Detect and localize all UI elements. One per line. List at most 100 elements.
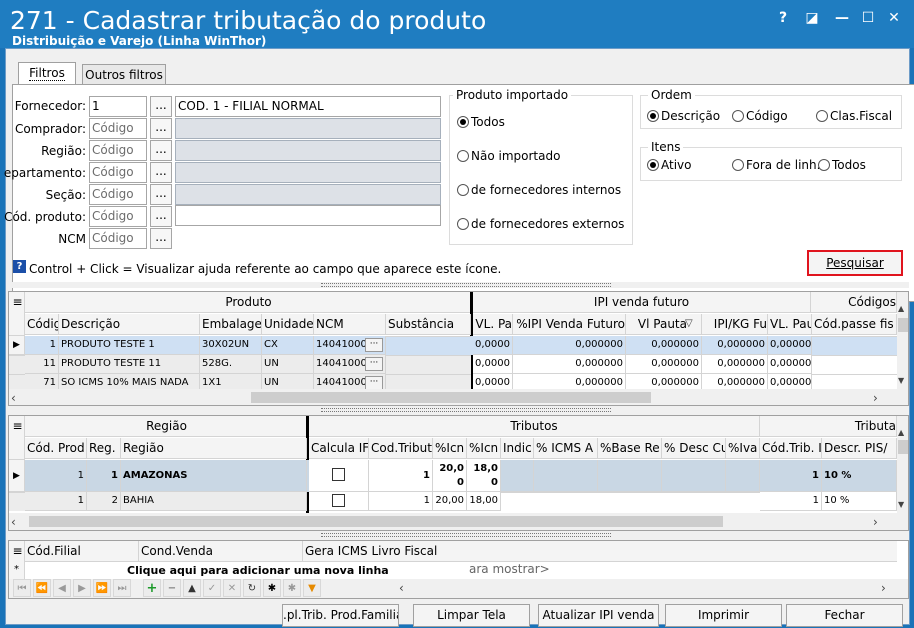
scroll-down-icon[interactable]: ▼	[898, 500, 904, 509]
help-icon[interactable]: ?	[773, 8, 793, 28]
ellipsis-button[interactable]: ···	[365, 357, 383, 371]
radio-ordem-descricao[interactable]: Descrição	[647, 109, 720, 123]
cell[interactable]	[662, 460, 726, 492]
cell[interactable]: 0,0000	[473, 374, 513, 389]
col-icms-a[interactable]: % ICMS A	[534, 438, 598, 459]
cell[interactable]: 0,00000	[768, 355, 812, 374]
cell[interactable]: UN	[262, 355, 314, 374]
col-reg[interactable]: Reg.	[87, 438, 121, 459]
departamento-code-input[interactable]: Código	[89, 162, 147, 183]
checkbox-icon[interactable]	[332, 467, 345, 481]
ncm-lookup-button[interactable]: ...	[150, 228, 172, 249]
nav-next-icon[interactable]: ▶	[73, 579, 91, 597]
comprador-code-input[interactable]: Código	[89, 118, 147, 139]
cell[interactable]: 11	[25, 355, 59, 374]
maximize-icon[interactable]: ☐	[858, 8, 878, 28]
comprador-lookup-button[interactable]: ...	[150, 118, 172, 139]
secao-lookup-button[interactable]: ...	[150, 184, 172, 205]
nav-post-icon[interactable]: ✓	[203, 579, 221, 597]
scroll-thumb[interactable]	[898, 318, 908, 332]
radio-fornecedores-internos[interactable]: de fornecedores internos	[457, 183, 621, 197]
radio-itens-todos[interactable]: Todos	[818, 158, 866, 172]
col-substancia[interactable]: Substância	[386, 314, 471, 335]
cell[interactable]: PRODUTO TESTE 1	[59, 336, 200, 355]
fornecedor-code-input[interactable]: 1	[89, 96, 147, 117]
scroll-right-icon[interactable]: ›	[881, 581, 886, 595]
grid-menu-icon[interactable]: ≡	[9, 416, 25, 460]
nav-add-icon[interactable]: +	[143, 579, 161, 597]
cell[interactable]: 10 %	[822, 460, 897, 492]
col-indic[interactable]: Indic	[501, 438, 534, 459]
cell[interactable]: UN	[262, 374, 314, 389]
cell[interactable]: SO ICMS 10% MAIS NADA	[59, 374, 200, 389]
table-row-partial[interactable]: 71 SO ICMS 10% MAIS NADA 1X1 UN 14041000…	[9, 374, 897, 389]
nav-delete-icon[interactable]: −	[163, 579, 181, 597]
cell[interactable]: 18,00	[467, 492, 501, 511]
cod-produto-desc-field[interactable]	[175, 205, 441, 226]
cell[interactable]: PRODUTO TESTE 11	[59, 355, 200, 374]
col-icms-1[interactable]: %Icn	[433, 438, 467, 459]
cell[interactable]: 30X02UN	[200, 336, 262, 355]
cell[interactable]: 1	[760, 492, 822, 511]
col-base-red[interactable]: %Base Re	[598, 438, 662, 459]
nav-bookmark-icon[interactable]: ✱	[263, 579, 281, 597]
cell[interactable]: AMAZONAS	[121, 460, 307, 492]
col-ipi-venda-futuro[interactable]: %IPI Venda Futuro	[513, 314, 626, 335]
col-vl-pauta[interactable]: VL. Pa	[473, 314, 513, 335]
cell[interactable]: 20,00	[433, 460, 467, 492]
cell[interactable]: 0,000000	[626, 355, 702, 374]
cell[interactable]	[501, 460, 534, 492]
col-ncm[interactable]: NCM	[314, 314, 386, 335]
cod-produto-lookup-button[interactable]: ...	[150, 206, 172, 227]
scroll-thumb[interactable]	[251, 392, 651, 403]
cell[interactable]: 0,00000	[768, 374, 812, 389]
h-scrollbar[interactable]: ‹ ›	[9, 389, 908, 405]
fornecedor-lookup-button[interactable]: ...	[150, 96, 172, 117]
radio-todos[interactable]: Todos	[457, 115, 505, 129]
cell[interactable]: 0,000000	[702, 336, 768, 355]
checkbox-icon[interactable]	[332, 493, 345, 507]
cod-produto-input[interactable]: Código	[89, 206, 147, 227]
regiao-code-input[interactable]: Código	[89, 140, 147, 161]
nav-prev-page-icon[interactable]: ⏪	[33, 579, 51, 597]
new-row-hint[interactable]: Clique aqui para adicionar uma nova linh…	[127, 564, 389, 576]
scroll-up-icon[interactable]: ▲	[898, 428, 904, 437]
cell[interactable]: 528G.	[200, 355, 262, 374]
tab-outros-filtros[interactable]: Outros filtros	[82, 64, 166, 86]
cell[interactable]: 1	[87, 460, 121, 492]
col-codigo[interactable]: Códig	[25, 314, 59, 335]
scroll-thumb[interactable]	[898, 440, 908, 454]
col-cod-passe-fis[interactable]: Cód.passe fis	[812, 314, 897, 335]
col-embalagem[interactable]: Embalage	[200, 314, 262, 335]
splitter-top[interactable]	[6, 282, 909, 288]
col-descricao[interactable]: Descrição	[59, 314, 200, 335]
cell[interactable]: 0,000000	[702, 355, 768, 374]
cell[interactable]	[726, 460, 760, 492]
nav-last-icon[interactable]: ⏭	[113, 579, 131, 597]
col-vl-pauta-3[interactable]: VL. Pau	[768, 314, 812, 335]
cell[interactable]: 1	[25, 460, 87, 492]
cell[interactable]: 0,000000	[626, 374, 702, 389]
v-scrollbar[interactable]: ▲ ▼	[897, 416, 908, 513]
scroll-thumb[interactable]	[29, 516, 723, 527]
ellipsis-button[interactable]: ···	[365, 376, 383, 389]
scroll-left-icon[interactable]: ‹	[11, 515, 16, 529]
cell[interactable]: 0,000000	[513, 355, 626, 374]
imprimir-button[interactable]: Imprimir	[665, 604, 782, 627]
fechar-button[interactable]: Fechar	[786, 604, 903, 627]
cell[interactable]	[534, 460, 598, 492]
limpar-tela-button[interactable]: Limpar Tela	[413, 604, 530, 627]
cell[interactable]: 1	[369, 460, 433, 492]
cell[interactable]: 10 %	[822, 492, 897, 511]
prod-familia-button[interactable]: .pl.Trib. Prod.Familia	[282, 604, 399, 627]
cell[interactable]: 18,00	[467, 460, 501, 492]
h-scrollbar[interactable]: ‹ ›	[9, 513, 908, 530]
close-icon[interactable]: ✕	[884, 8, 904, 28]
nav-first-icon[interactable]: ⏮	[13, 579, 31, 597]
col-cod-prod[interactable]: Cód. Prod	[25, 438, 87, 459]
scroll-up-icon[interactable]: ▲	[898, 304, 904, 313]
splitter-bottom[interactable]	[6, 532, 909, 538]
cell[interactable]	[812, 355, 897, 356]
radio-fornecedores-externos[interactable]: de fornecedores externos	[457, 217, 624, 231]
col-iva[interactable]: %Iva	[726, 438, 760, 459]
